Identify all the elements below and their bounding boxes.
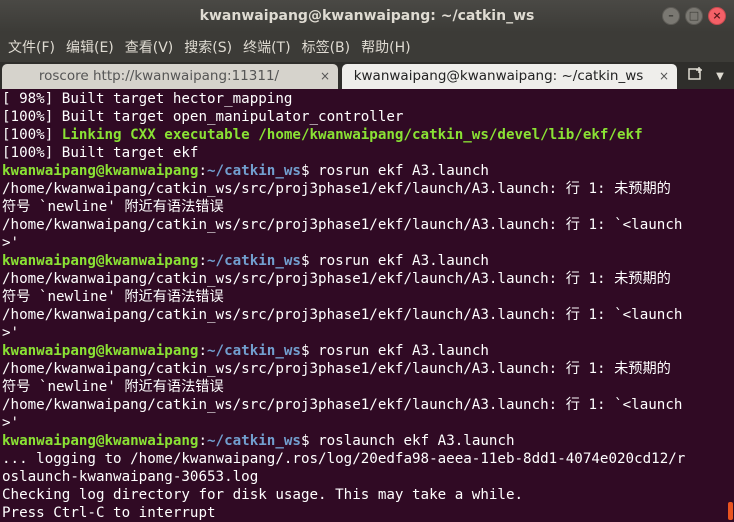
line-text: 符号 `newline' 附近有语法错误 — [2, 199, 224, 215]
linking-text: Linking CXX executable /home/kwanwaipang… — [61, 127, 643, 143]
command-text: rosrun ekf A3.launch — [318, 163, 489, 179]
line-text: /home/kwanwaipang/catkin_ws/src/proj3pha… — [2, 307, 683, 323]
terminal-line: ... logging to /home/kwanwaipang/.ros/lo… — [2, 450, 722, 468]
terminal-line: 符号 `newline' 附近有语法错误 — [2, 288, 722, 306]
terminal-line: 符号 `newline' 附近有语法错误 — [2, 378, 722, 396]
tab-label: roscore http://kwanwaipang:11311/ — [38, 68, 280, 84]
line-text: Checking log directory for disk usage. T… — [2, 487, 524, 503]
line-text: ... logging to /home/kwanwaipang/.ros/lo… — [2, 451, 686, 467]
prompt-symbol: $ — [300, 343, 319, 359]
terminal-line: kwanwaipang@kwanwaipang:~/catkin_ws$ ros… — [2, 162, 722, 180]
command-text: roslaunch ekf A3.launch — [318, 433, 515, 449]
close-icon[interactable]: × — [708, 7, 726, 25]
terminal-line: [ 98%] Built target hector_mapping — [2, 90, 722, 108]
menu-tabs[interactable]: 标签(B) — [298, 37, 355, 57]
terminal-line: >' — [2, 324, 722, 342]
prompt-symbol: $ — [300, 163, 319, 179]
line-text: [100%] Built target ekf — [2, 145, 199, 161]
terminal-window: kwanwaipang@kwanwaipang: ~/catkin_ws – □… — [0, 0, 734, 522]
terminal-line: /home/kwanwaipang/catkin_ws/src/proj3pha… — [2, 216, 722, 234]
prompt-user: kwanwaipang@kwanwaipang — [2, 433, 199, 449]
terminal-output[interactable]: [ 98%] Built target hector_mapping [100%]… — [2, 90, 722, 522]
line-text: oslaunch-kwanwaipang-30653.log — [2, 469, 259, 485]
line-text: /home/kwanwaipang/catkin_ws/src/proj3pha… — [2, 181, 671, 197]
prompt-path: ~/catkin_ws — [207, 343, 301, 359]
terminal-line: kwanwaipang@kwanwaipang:~/catkin_ws$ ros… — [2, 342, 722, 360]
window-title: kwanwaipang@kwanwaipang: ~/catkin_ws — [199, 8, 535, 24]
terminal-line: [100%] Built target ekf — [2, 144, 722, 162]
command-text: rosrun ekf A3.launch — [318, 343, 489, 359]
prompt-symbol: $ — [300, 253, 319, 269]
title-bar[interactable]: kwanwaipang@kwanwaipang: ~/catkin_ws – □… — [0, 0, 734, 32]
line-prefix: [100%] — [2, 127, 62, 143]
prompt-symbol: $ — [300, 433, 319, 449]
menu-file[interactable]: 文件(F) — [4, 37, 59, 57]
tab-close-icon[interactable]: × — [320, 64, 330, 89]
prompt-user: kwanwaipang@kwanwaipang — [2, 343, 199, 359]
line-text: >' — [2, 235, 20, 251]
tab-catkin-ws[interactable]: kwanwaipang@kwanwaipang: ~/catkin_ws × — [342, 64, 677, 89]
line-text: /home/kwanwaipang/catkin_ws/src/proj3pha… — [2, 361, 671, 377]
terminal-line: Checking log directory for disk usage. T… — [2, 486, 722, 504]
terminal-line: /home/kwanwaipang/catkin_ws/src/proj3pha… — [2, 270, 722, 288]
terminal-line: [100%] Linking CXX executable /home/kwan… — [2, 126, 722, 144]
tab-menu-chevron-down-icon[interactable]: ▼ — [712, 65, 728, 89]
minimize-icon[interactable]: – — [662, 7, 680, 25]
line-text: 符号 `newline' 附近有语法错误 — [2, 289, 224, 305]
menu-edit[interactable]: 编辑(E) — [62, 37, 118, 57]
terminal-line: /home/kwanwaipang/catkin_ws/src/proj3pha… — [2, 180, 722, 198]
menu-help[interactable]: 帮助(H) — [357, 37, 414, 57]
terminal-line: 符号 `newline' 附近有语法错误 — [2, 198, 722, 216]
window-controls: – □ × — [662, 7, 726, 25]
line-text: Press Ctrl-C to interrupt — [2, 505, 216, 521]
prompt-colon: : — [198, 343, 208, 359]
line-text: >' — [2, 415, 20, 431]
menu-view[interactable]: 查看(V) — [121, 37, 178, 57]
prompt-colon: : — [198, 433, 208, 449]
terminal-line: [100%] Built target open_manipulator_con… — [2, 108, 722, 126]
new-tab-icon-graphic — [688, 67, 702, 80]
prompt-colon: : — [198, 163, 208, 179]
prompt-user: kwanwaipang@kwanwaipang — [2, 253, 199, 269]
terminal-line: >' — [2, 414, 722, 432]
terminal-line: /home/kwanwaipang/catkin_ws/src/proj3pha… — [2, 306, 722, 324]
line-text: [ 98%] Built target hector_mapping — [2, 91, 293, 107]
line-text: [100%] Built target open_manipulator_con… — [2, 109, 404, 125]
tab-roscore[interactable]: roscore http://kwanwaipang:11311/ × — [2, 64, 338, 89]
scrollbar[interactable] — [728, 502, 733, 520]
line-text: >' — [2, 325, 20, 341]
terminal-line: /home/kwanwaipang/catkin_ws/src/proj3pha… — [2, 360, 722, 378]
prompt-path: ~/catkin_ws — [207, 433, 301, 449]
menu-search[interactable]: 搜索(S) — [180, 37, 236, 57]
line-text: /home/kwanwaipang/catkin_ws/src/proj3pha… — [2, 271, 671, 287]
tab-close-icon[interactable]: × — [659, 64, 669, 89]
menu-terminal[interactable]: 终端(T) — [239, 37, 294, 57]
new-tab-icon[interactable] — [684, 65, 708, 89]
terminal-line: /home/kwanwaipang/catkin_ws/src/proj3pha… — [2, 396, 722, 414]
terminal-line: kwanwaipang@kwanwaipang:~/catkin_ws$ ros… — [2, 252, 722, 270]
tab-label: kwanwaipang@kwanwaipang: ~/catkin_ws — [353, 68, 644, 84]
prompt-colon: : — [198, 253, 208, 269]
tab-bar: roscore http://kwanwaipang:11311/ × kwan… — [0, 62, 734, 89]
line-text: /home/kwanwaipang/catkin_ws/src/proj3pha… — [2, 217, 683, 233]
maximize-icon[interactable]: □ — [685, 7, 703, 25]
prompt-user: kwanwaipang@kwanwaipang — [2, 163, 199, 179]
terminal-line: Press Ctrl-C to interrupt — [2, 504, 722, 522]
line-text: /home/kwanwaipang/catkin_ws/src/proj3pha… — [2, 397, 683, 413]
line-text: 符号 `newline' 附近有语法错误 — [2, 379, 224, 395]
prompt-path: ~/catkin_ws — [207, 163, 301, 179]
terminal-line: kwanwaipang@kwanwaipang:~/catkin_ws$ ros… — [2, 432, 722, 450]
command-text: rosrun ekf A3.launch — [318, 253, 489, 269]
terminal-line: oslaunch-kwanwaipang-30653.log — [2, 468, 722, 486]
prompt-path: ~/catkin_ws — [207, 253, 301, 269]
menu-bar: 文件(F) 编辑(E) 查看(V) 搜索(S) 终端(T) 标签(B) 帮助(H… — [0, 32, 734, 62]
terminal-line: >' — [2, 234, 722, 252]
